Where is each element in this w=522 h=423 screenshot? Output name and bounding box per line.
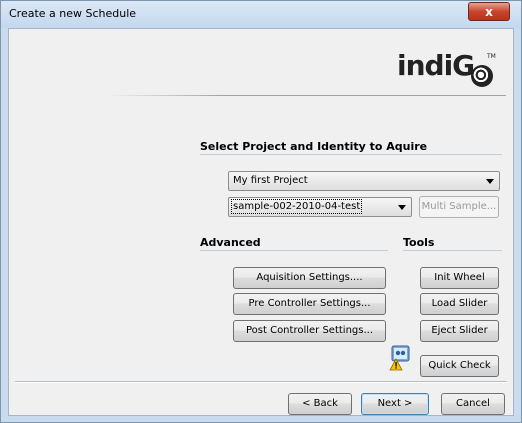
identity-dropdown[interactable]: sample-002-2010-04-test	[228, 197, 412, 217]
post-controller-settings-button[interactable]: Post Controller Settings...	[233, 320, 386, 342]
pre-controller-settings-button[interactable]: Pre Controller Settings...	[233, 293, 386, 315]
next-button[interactable]: Next >	[361, 393, 429, 415]
title-bar[interactable]: Create a new Schedule x	[1, 1, 521, 28]
window-title: Create a new Schedule	[9, 7, 137, 20]
back-button[interactable]: < Back	[288, 393, 352, 415]
multi-sample-button[interactable]: Multi Sample...	[419, 196, 499, 218]
advanced-heading: Advanced	[200, 236, 261, 249]
tools-heading: Tools	[403, 236, 435, 249]
close-button[interactable]: x	[468, 2, 510, 21]
warning-check-icon	[389, 345, 410, 371]
acquisition-settings-button[interactable]: Aquisition Settings....	[233, 267, 386, 289]
cancel-button[interactable]: Cancel	[441, 393, 505, 415]
project-dropdown-value: My first Project	[233, 175, 308, 186]
close-icon: x	[485, 5, 493, 19]
project-dropdown[interactable]: My first Project	[228, 171, 500, 191]
chevron-down-icon	[398, 205, 406, 210]
select-project-heading: Select Project and Identity to Aquire	[200, 140, 428, 153]
tools-section-rule	[403, 250, 502, 251]
advanced-section-rule	[200, 250, 388, 251]
logo-trademark: TM	[487, 53, 496, 60]
indigo-logo: indiG TM	[397, 49, 497, 94]
chevron-down-icon	[486, 179, 494, 184]
select-section-rule	[200, 154, 502, 155]
init-wheel-button[interactable]: Init Wheel	[420, 267, 499, 289]
logo-text: indiG	[397, 49, 475, 82]
schedule-dialog-window: Create a new Schedule x indiG TM Select …	[0, 0, 522, 423]
load-slider-button[interactable]: Load Slider	[420, 293, 499, 315]
logo-rule	[106, 95, 506, 96]
quick-check-button[interactable]: Quick Check	[420, 355, 499, 377]
identity-dropdown-value: sample-002-2010-04-test	[230, 199, 363, 214]
logo-o-icon	[471, 65, 493, 87]
eject-slider-button[interactable]: Eject Slider	[420, 320, 499, 342]
